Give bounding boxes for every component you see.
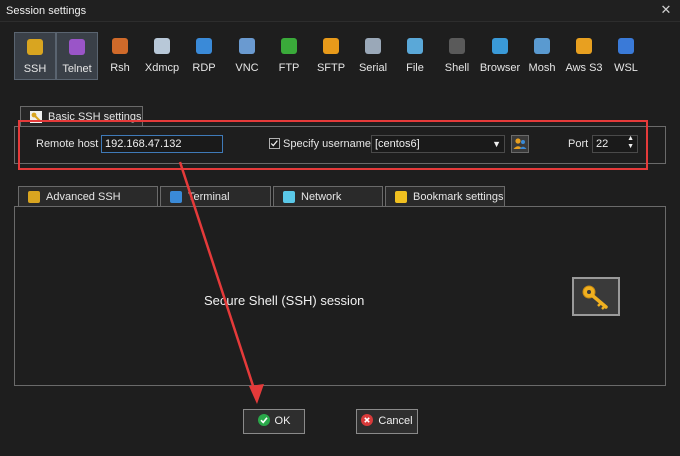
check-icon [257,414,270,426]
cancel-button[interactable]: Cancel [356,409,418,434]
ok-label: OK [274,415,291,427]
cancel-x-icon [361,414,374,426]
arrow-annotation [178,161,264,404]
cancel-label: Cancel [378,415,413,427]
ok-button[interactable]: OK [243,409,305,434]
